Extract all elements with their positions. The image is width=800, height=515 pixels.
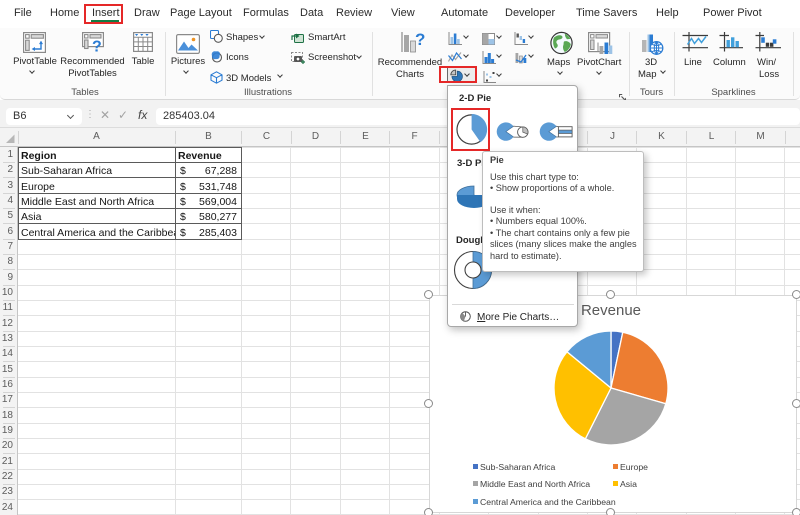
- svg-text:?: ?: [415, 31, 425, 49]
- svg-text:?: ?: [92, 39, 102, 54]
